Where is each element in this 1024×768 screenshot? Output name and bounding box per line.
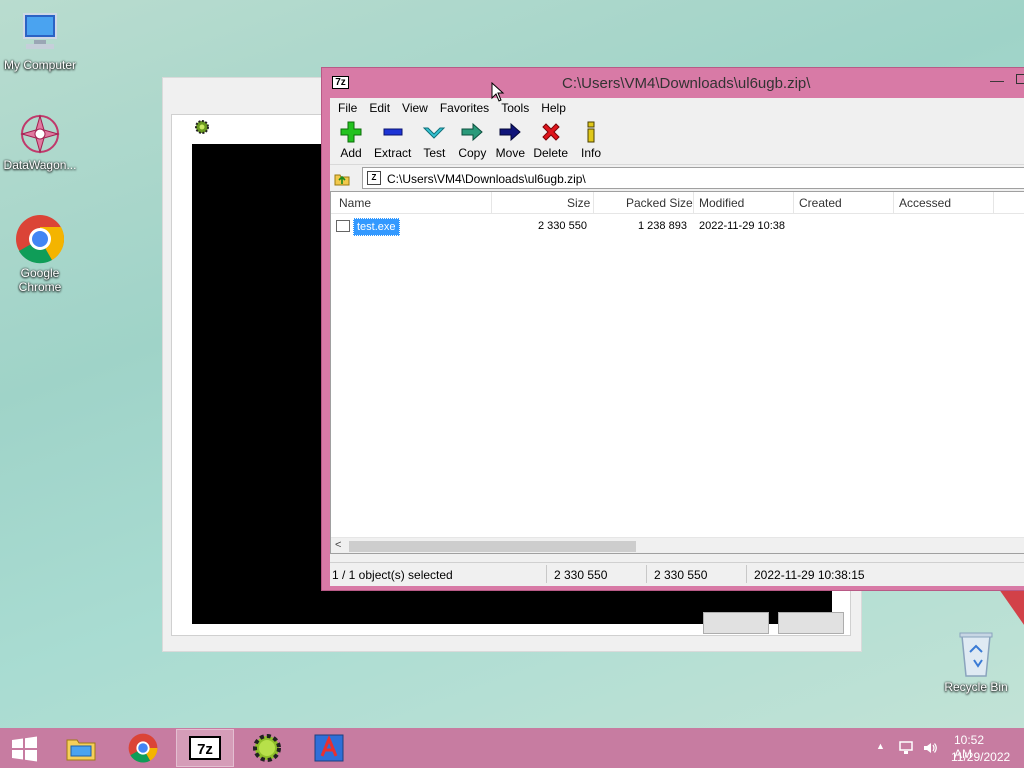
- column-name[interactable]: Name: [339, 196, 371, 210]
- extract-button[interactable]: Extract: [370, 118, 415, 164]
- status-selected: 1 / 1 object(s) selected: [332, 568, 453, 582]
- title-bar[interactable]: 7z C:\Users\VM4\Downloads\ul6ugb.zip\ —: [322, 68, 1024, 98]
- menu-help[interactable]: Help: [535, 98, 572, 118]
- recycle-bin-icon: [959, 632, 993, 677]
- desktop-icon-my-computer[interactable]: My Computer: [0, 12, 80, 72]
- desktop-icon-label: Google Chrome: [18, 266, 62, 294]
- add-label: Add: [340, 146, 362, 160]
- info-label: Info: [581, 146, 602, 160]
- menu-bar: File Edit View Favorites Tools Help: [330, 98, 1024, 118]
- status-bar: 1 / 1 object(s) selected 2 330 550 2 330…: [330, 562, 1024, 584]
- info-button[interactable]: Info: [572, 118, 610, 164]
- scroll-thumb[interactable]: [349, 541, 636, 552]
- file-modified: 2022-11-29 10:38: [699, 220, 786, 232]
- windows-start-icon[interactable]: [6, 734, 42, 764]
- file-row[interactable]: test.exe 2 330 550 1 238 893 2022-11-29 …: [331, 218, 1024, 236]
- gear-app-icon: [253, 734, 281, 762]
- column-created[interactable]: Created: [799, 196, 842, 210]
- taskbar-file-explorer[interactable]: [52, 729, 110, 767]
- file-name[interactable]: test.exe: [353, 218, 400, 236]
- menu-file[interactable]: File: [332, 98, 363, 118]
- info-icon: [587, 121, 595, 143]
- toolbar: Add Extract Test Copy Move Delete Info: [330, 118, 1024, 164]
- volume-icon[interactable]: [922, 740, 938, 756]
- taskbar: 7z ▲ 10:52 AM 11/29/2022: [0, 728, 1024, 768]
- show-hidden-icons-icon[interactable]: ▲: [876, 741, 885, 751]
- add-button[interactable]: Add: [332, 118, 370, 164]
- menu-favorites[interactable]: Favorites: [434, 98, 495, 118]
- address-text: C:\Users\VM4\Downloads\ul6ugb.zip\: [387, 172, 586, 186]
- file-explorer-icon: [66, 739, 96, 761]
- address-field[interactable]: Z C:\Users\VM4\Downloads\ul6ugb.zip\: [362, 167, 1024, 189]
- column-accessed[interactable]: Accessed: [899, 196, 951, 210]
- column-header-row: Name Size Packed Size Modified Created A…: [331, 192, 1024, 214]
- plus-icon: [340, 121, 362, 143]
- network-icon[interactable]: [898, 740, 914, 756]
- desktop-icon-label: Recycle Bin: [944, 680, 1008, 694]
- background-dialog-button[interactable]: [703, 612, 769, 634]
- gear-icon[interactable]: [194, 119, 210, 135]
- column-packed-size[interactable]: Packed Size: [626, 196, 693, 210]
- address-bar: Z C:\Users\VM4\Downloads\ul6ugb.zip\: [330, 164, 1024, 190]
- taskbar-7zip[interactable]: 7z: [176, 729, 234, 767]
- delete-button[interactable]: Delete: [529, 118, 572, 164]
- desktop-icon-datawagon[interactable]: DataWagon...: [0, 112, 80, 172]
- column-size[interactable]: Size: [567, 196, 590, 210]
- move-arrow-icon: [499, 122, 522, 142]
- computer-icon: [23, 13, 57, 49]
- mouse-cursor-icon: [491, 82, 505, 102]
- copy-button[interactable]: Copy: [453, 118, 491, 164]
- test-label: Test: [423, 146, 446, 160]
- menu-view[interactable]: View: [396, 98, 434, 118]
- 7zip-window[interactable]: 7z C:\Users\VM4\Downloads\ul6ugb.zip\ — …: [321, 67, 1024, 591]
- desktop-icon-recycle-bin[interactable]: Recycle Bin: [936, 630, 1016, 694]
- window-client: File Edit View Favorites Tools Help Add …: [330, 98, 1024, 586]
- 7zip-icon: 7z: [189, 736, 221, 760]
- move-label: Move: [495, 146, 526, 160]
- extract-label: Extract: [374, 146, 412, 160]
- taskbar-chrome[interactable]: [114, 729, 172, 767]
- minus-icon: [383, 128, 403, 136]
- file-packed-size: 1 238 893: [638, 220, 687, 232]
- chrome-icon: [16, 215, 65, 264]
- zip-archive-icon: Z: [367, 171, 381, 185]
- menu-edit[interactable]: Edit: [363, 98, 396, 118]
- status-size: 2 330 550: [554, 568, 608, 582]
- test-button[interactable]: Test: [415, 118, 453, 164]
- chrome-icon: [128, 733, 158, 763]
- delete-label: Delete: [533, 146, 569, 160]
- desktop-icon-label: DataWagon...: [3, 158, 77, 172]
- taskbar-font-app[interactable]: [300, 729, 358, 767]
- taskbar-gear-app[interactable]: [238, 729, 296, 767]
- scroll-left-icon[interactable]: <: [335, 539, 341, 551]
- file-size: 2 330 550: [538, 220, 587, 232]
- font-app-icon: [314, 734, 344, 762]
- desktop-icon-google-chrome[interactable]: Google Chrome: [0, 214, 80, 294]
- exe-file-icon: [336, 220, 350, 232]
- svg-text:7z: 7z: [197, 741, 213, 758]
- minimize-button[interactable]: —: [990, 72, 1010, 92]
- file-list[interactable]: Name Size Packed Size Modified Created A…: [330, 191, 1024, 554]
- move-button[interactable]: Move: [491, 118, 529, 164]
- up-folder-icon[interactable]: [334, 170, 350, 186]
- desktop-icon-label: My Computer: [3, 58, 77, 72]
- status-modified: 2022-11-29 10:38:15: [754, 568, 865, 582]
- delete-x-icon: [541, 123, 560, 141]
- status-packed: 2 330 550: [654, 568, 708, 582]
- clock-date[interactable]: 11/29/2022: [951, 750, 1010, 764]
- 7zip-app-icon: 7z: [332, 76, 349, 89]
- background-dialog-button[interactable]: [778, 612, 844, 634]
- maximize-button[interactable]: [1016, 74, 1024, 84]
- horizontal-scrollbar[interactable]: <: [331, 537, 1024, 553]
- check-icon: [423, 127, 446, 139]
- datawagon-icon: [20, 114, 60, 154]
- column-modified[interactable]: Modified: [699, 196, 744, 210]
- arrow-right-icon: [461, 122, 484, 142]
- window-title: C:\Users\VM4\Downloads\ul6ugb.zip\: [562, 75, 811, 92]
- copy-label: Copy: [458, 146, 487, 160]
